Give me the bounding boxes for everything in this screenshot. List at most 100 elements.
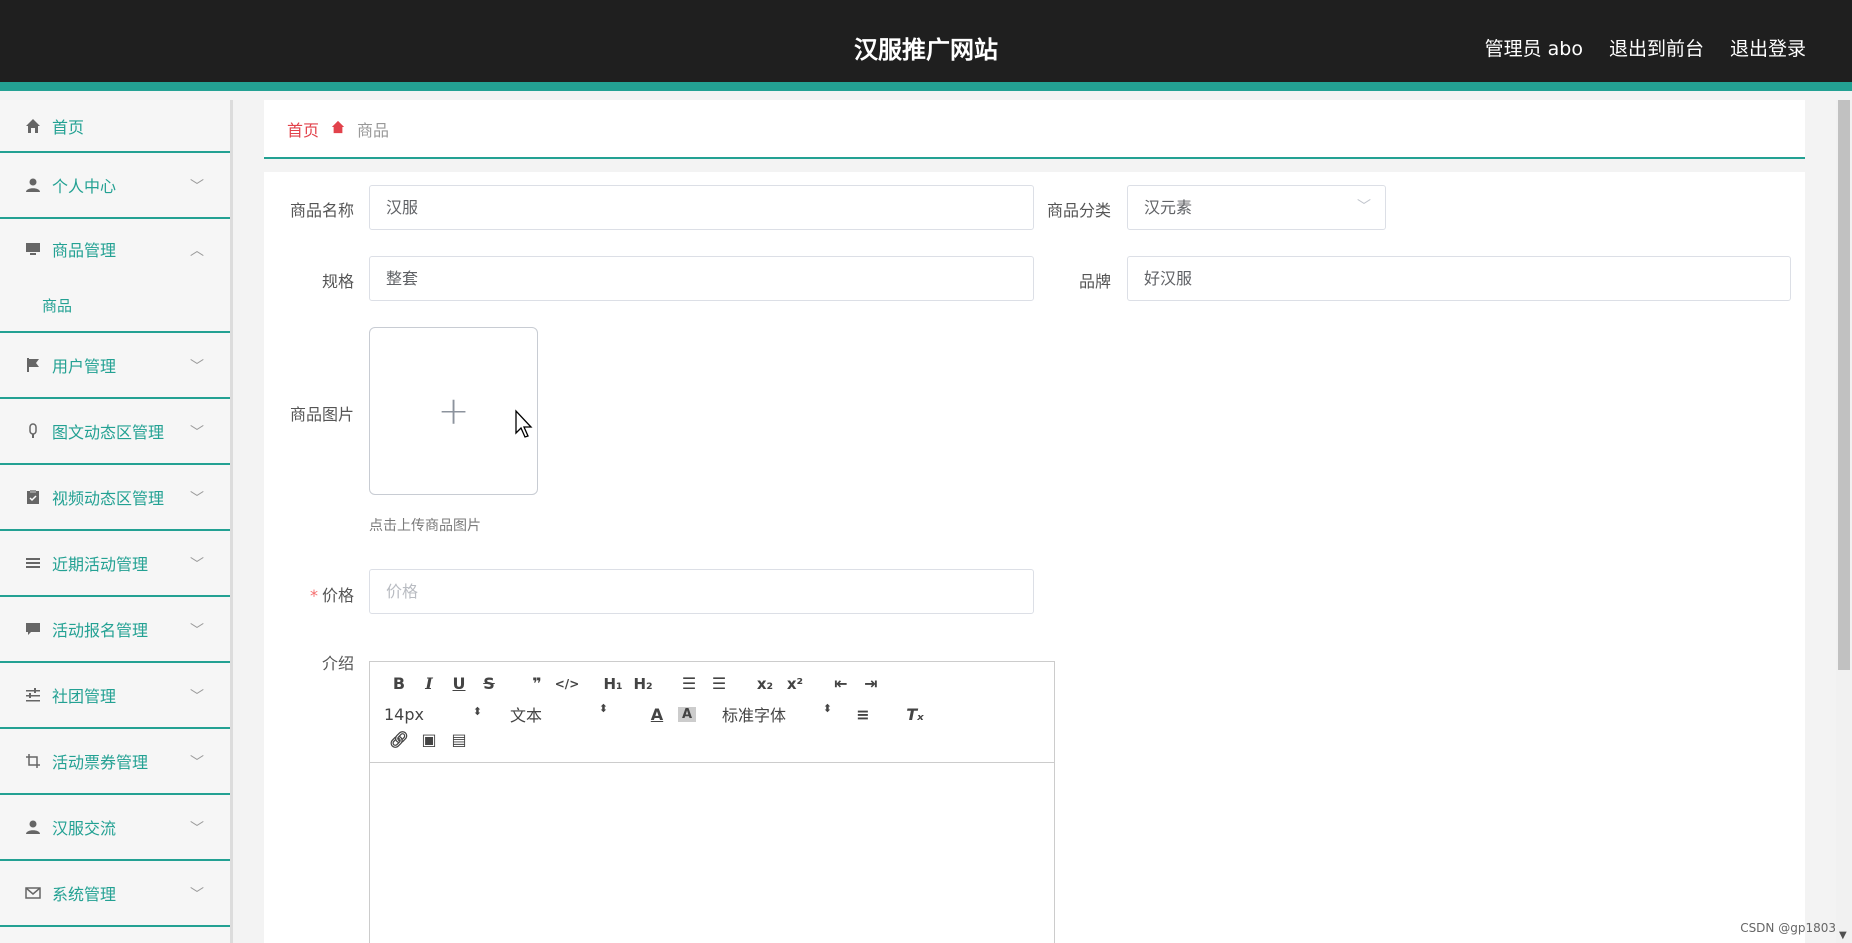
breadcrumb-current: 商品 <box>357 120 390 140</box>
breadcrumb-home-icon <box>331 120 345 138</box>
name-label: 商品名称 <box>289 201 354 220</box>
heading1-icon[interactable]: H₁ <box>598 675 628 693</box>
italic-icon[interactable]: I <box>414 674 444 693</box>
sidebar-item-system-management[interactable]: 系统管理 ﹀ <box>0 861 230 927</box>
blockquote-icon[interactable]: ❞ <box>522 674 552 693</box>
heading2-icon[interactable]: H₂ <box>628 675 658 693</box>
sidebar-item-home[interactable]: 首页 <box>0 100 230 153</box>
clear-format-icon[interactable]: Tₓ <box>900 705 930 724</box>
chevron-down-icon: ﹀ <box>190 887 204 903</box>
sidebar-item-label: 活动报名管理 <box>52 621 149 640</box>
chevron-up-icon: ︿ <box>190 243 204 259</box>
sidebar-item-club-management[interactable]: 社团管理 ﹀ <box>0 663 230 729</box>
bullet-list-icon[interactable]: ☰ <box>704 674 734 693</box>
chat-icon <box>24 620 42 638</box>
font-family-select[interactable]: 标准字体 ⬍ <box>722 702 832 726</box>
scrollbar-thumb[interactable] <box>1838 100 1850 670</box>
page-scrollbar[interactable]: ▼ <box>1836 100 1852 943</box>
sidebar-item-label: 用户管理 <box>52 357 117 376</box>
user-icon <box>24 818 42 836</box>
underline-icon[interactable]: U <box>444 674 474 693</box>
breadcrumb-home[interactable]: 首页 <box>287 117 319 141</box>
sidebar-subitem-goods[interactable]: 商品 <box>0 279 230 333</box>
superscript-icon[interactable]: x² <box>780 675 810 693</box>
image-uploader[interactable]: + <box>369 327 538 495</box>
crop-icon <box>24 752 42 770</box>
sidebar-item-graphic-dynamics[interactable]: 图文动态区管理 ﹀ <box>0 399 230 465</box>
exit-to-front-link[interactable]: 退出到前台 <box>1609 34 1704 61</box>
image-label: 商品图片 <box>289 405 354 424</box>
block-type-select[interactable]: 文本 ⬍ <box>510 702 608 726</box>
upload-tip: 点击上传商品图片 <box>369 518 481 534</box>
brand-label: 品牌 <box>1078 272 1111 291</box>
chevron-down-icon: ﹀ <box>190 623 204 639</box>
sidebar-item-personal-center[interactable]: 个人中心 ﹀ <box>0 153 230 219</box>
ordered-list-icon[interactable]: ☰ <box>674 674 704 693</box>
chevron-down-icon: ﹀ <box>190 689 204 705</box>
sidebar: 首页 个人中心 ﹀ 商品管理 ︿ 商品 用户管理 ﹀ 图文动态区管理 ﹀ 视频动… <box>0 100 233 943</box>
sidebar-item-video-dynamics[interactable]: 视频动态区管理 ﹀ <box>0 465 230 531</box>
chevron-down-icon: ﹀ <box>190 179 204 195</box>
font-size-select[interactable]: 14px ⬍ <box>384 705 482 724</box>
editor-toolbar: B I U S ❞ </> H₁ H₂ ☰ ☰ x₂ x² ⇤ ⇥ 14px ⬍ … <box>370 662 1054 763</box>
mail-icon <box>24 884 42 902</box>
link-icon[interactable]: 🔗︎ <box>384 730 414 749</box>
category-label: 商品分类 <box>1046 201 1111 220</box>
sliders-icon <box>24 686 42 704</box>
watermark: CSDN @gp1803 <box>1740 921 1836 935</box>
intro-label: 介绍 <box>321 654 354 673</box>
sidebar-item-label: 个人中心 <box>52 177 117 196</box>
logout-link[interactable]: 退出登录 <box>1730 34 1806 61</box>
sidebar-item-goods-management[interactable]: 商品管理 ︿ <box>0 219 230 279</box>
bold-icon[interactable]: B <box>384 674 414 693</box>
align-icon[interactable]: ≡ <box>848 705 878 724</box>
mouse-cursor-icon <box>515 409 533 438</box>
home-icon <box>24 117 42 135</box>
goods-form: 商品名称 汉服 商品分类 汉元素 ﹀ 规格 整套 品牌 好汉服 商品图片 + 点… <box>264 172 1805 943</box>
header-links: 管理员 abo 退出到前台 退出登录 <box>1485 34 1806 61</box>
header-accent-bar <box>0 82 1852 91</box>
scroll-down-arrow-icon[interactable]: ▼ <box>1839 930 1847 941</box>
price-input[interactable]: 价格 <box>369 569 1034 614</box>
strikethrough-icon[interactable]: S <box>474 674 504 693</box>
indent-icon[interactable]: ⇥ <box>856 674 886 693</box>
sidebar-item-label: 商品管理 <box>52 241 117 260</box>
category-select[interactable]: 汉元素 ﹀ <box>1127 185 1386 230</box>
sidebar-item-label: 社团管理 <box>52 687 117 706</box>
sidebar-item-label: 系统管理 <box>52 885 117 904</box>
mic-icon <box>24 422 42 440</box>
sidebar-item-label: 汉服交流 <box>52 819 117 838</box>
clipboard-icon <box>24 488 42 506</box>
image-icon[interactable]: ▣ <box>414 730 444 749</box>
goods-icon <box>24 240 42 258</box>
goods-name-input[interactable]: 汉服 <box>369 185 1034 230</box>
font-color-icon[interactable]: A <box>642 705 672 724</box>
sidebar-item-recent-activities[interactable]: 近期活动管理 ﹀ <box>0 531 230 597</box>
chevron-down-icon: ﹀ <box>190 425 204 441</box>
outdent-icon[interactable]: ⇤ <box>826 674 856 693</box>
chevron-down-icon: ﹀ <box>190 821 204 837</box>
top-header: 汉服推广网站 管理员 abo 退出到前台 退出登录 <box>0 0 1852 91</box>
subscript-icon[interactable]: x₂ <box>750 675 780 693</box>
sidebar-item-ticket-management[interactable]: 活动票券管理 ﹀ <box>0 729 230 795</box>
sidebar-item-label: 视频动态区管理 <box>52 489 165 508</box>
chevron-down-icon: ﹀ <box>1357 199 1371 215</box>
sidebar-item-hanfu-exchange[interactable]: 汉服交流 ﹀ <box>0 795 230 861</box>
spec-label: 规格 <box>321 272 354 291</box>
video-icon[interactable]: ▤ <box>444 730 474 749</box>
list-icon <box>24 554 42 572</box>
background-color-icon[interactable]: A <box>678 706 696 722</box>
sidebar-item-label: 图文动态区管理 <box>52 423 165 442</box>
brand-input[interactable]: 好汉服 <box>1127 256 1791 301</box>
spec-input[interactable]: 整套 <box>369 256 1034 301</box>
editor-content-area[interactable] <box>370 763 1054 943</box>
sidebar-item-user-management[interactable]: 用户管理 ﹀ <box>0 333 230 399</box>
chevron-down-icon: ﹀ <box>190 755 204 771</box>
sidebar-item-activity-signup[interactable]: 活动报名管理 ﹀ <box>0 597 230 663</box>
plus-icon: + <box>437 389 470 433</box>
flag-icon <box>24 356 42 374</box>
code-icon[interactable]: </> <box>552 677 582 691</box>
goods-submenu: 商品 <box>0 279 230 333</box>
sidebar-item-label: 近期活动管理 <box>52 555 149 574</box>
admin-name: 管理员 abo <box>1484 38 1583 60</box>
